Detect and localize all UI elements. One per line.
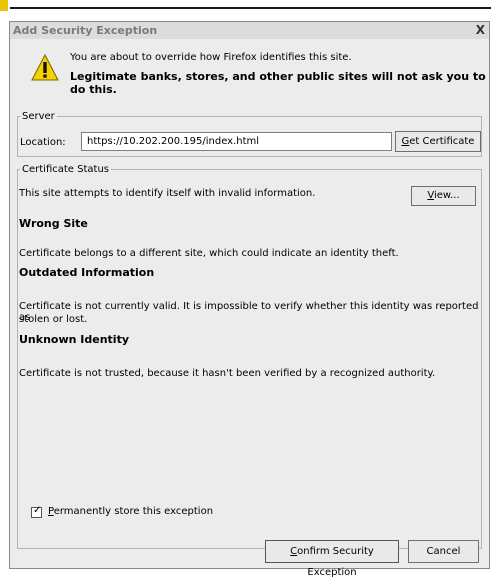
warning-triangle-icon bbox=[31, 54, 59, 81]
permanently-store-checkbox[interactable]: ✓ bbox=[31, 505, 42, 518]
dialog-title: Add Security Exception bbox=[13, 24, 158, 37]
cancel-button[interactable]: Cancel bbox=[408, 540, 479, 563]
close-icon[interactable]: X bbox=[476, 23, 485, 37]
server-legend: Server bbox=[22, 111, 55, 122]
confirm-security-exception-button[interactable]: Confirm Security Exception bbox=[265, 540, 399, 578]
confirm-label: onfirm Security Exception bbox=[297, 546, 374, 578]
outdated-information-text-line1: Certificate is not currently valid. It i… bbox=[19, 301, 479, 323]
unknown-identity-text: Certificate is not trusted, because it h… bbox=[19, 368, 436, 379]
dialog-titlebar[interactable]: Add Security Exception X bbox=[10, 22, 489, 39]
location-input[interactable] bbox=[81, 132, 392, 151]
get-certificate-button[interactable]: Get Certificate bbox=[395, 131, 481, 152]
outdated-information-text-line2: stolen or lost. bbox=[19, 314, 88, 325]
get-certificate-label: et Certificate bbox=[409, 136, 475, 147]
view-label: iew... bbox=[433, 190, 460, 201]
background-strip bbox=[0, 0, 491, 20]
certificate-status-legend: Certificate Status bbox=[22, 164, 109, 175]
intro-warning-bold: Legitimate banks, stores, and other publ… bbox=[70, 70, 486, 96]
wrong-site-text: Certificate belongs to a different site,… bbox=[19, 248, 399, 259]
unknown-identity-heading: Unknown Identity bbox=[19, 333, 130, 346]
view-accesskey: V bbox=[427, 190, 434, 201]
status-summary: This site attempts to identify itself wi… bbox=[19, 188, 316, 199]
wrong-site-heading: Wrong Site bbox=[19, 217, 88, 230]
view-button[interactable]: View... bbox=[411, 186, 476, 206]
intro-text: You are about to override how Firefox id… bbox=[70, 52, 352, 63]
checkmark-icon: ✓ bbox=[33, 505, 42, 516]
outdated-information-heading: Outdated Information bbox=[19, 266, 155, 279]
permanently-store-text: ermanently store this exception bbox=[53, 506, 214, 517]
location-label: Location: bbox=[20, 137, 66, 148]
background-window-edge bbox=[10, 7, 491, 9]
background-corner-icon bbox=[0, 0, 8, 11]
permanently-store-label[interactable]: Permanently store this exception bbox=[48, 506, 213, 517]
